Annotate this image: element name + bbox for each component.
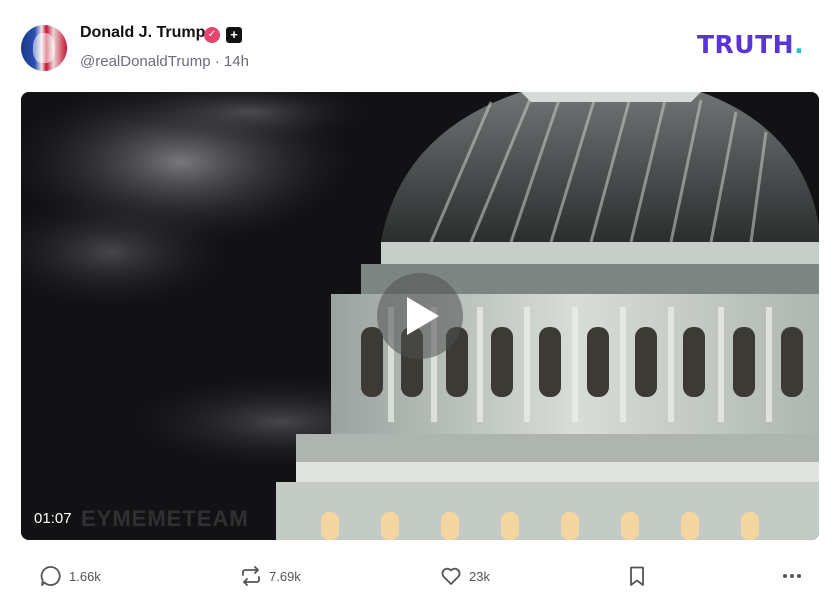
- post-time[interactable]: 14h: [224, 53, 249, 70]
- video-duration: 01:07: [34, 510, 72, 527]
- retruth-button[interactable]: 7.69k: [240, 563, 301, 589]
- retruth-icon: [242, 566, 260, 586]
- more-icon: [783, 574, 801, 578]
- meta-separator: ·: [214, 53, 220, 70]
- bookmark-icon: [630, 566, 644, 586]
- play-button[interactable]: [377, 273, 463, 359]
- video-watermark: EYMEMETEAM: [81, 506, 249, 531]
- post-actions: 1.66k 7.69k 23k: [0, 555, 840, 600]
- retruth-count: 7.69k: [269, 568, 301, 584]
- more-options-button[interactable]: [781, 563, 803, 589]
- author-handle[interactable]: @realDonaldTrump: [80, 53, 211, 70]
- truth-logo[interactable]: TRUTH.: [697, 30, 804, 59]
- like-button[interactable]: 23k: [440, 563, 490, 589]
- like-count: 23k: [469, 568, 490, 584]
- verified-check-icon: ✓: [204, 27, 220, 43]
- avatar[interactable]: [21, 25, 67, 71]
- post-header: Donald J. Trump ✓ + @realDonaldTrump · 1…: [0, 0, 840, 90]
- truth-logo-text: TRUTH: [697, 30, 795, 59]
- video-player[interactable]: EYMEMETEAM 01:07: [21, 92, 819, 540]
- truth-logo-dot: .: [794, 30, 805, 59]
- author-name[interactable]: Donald J. Trump: [80, 24, 205, 42]
- author-meta: @realDonaldTrump · 14h: [80, 53, 249, 70]
- reply-icon: [40, 566, 61, 586]
- bookmark-button[interactable]: [626, 563, 648, 589]
- play-icon: [407, 297, 439, 335]
- reply-button[interactable]: 1.66k: [40, 563, 101, 589]
- reply-count: 1.66k: [69, 568, 101, 584]
- like-icon: [441, 567, 461, 585]
- plus-badge-icon: +: [226, 27, 242, 43]
